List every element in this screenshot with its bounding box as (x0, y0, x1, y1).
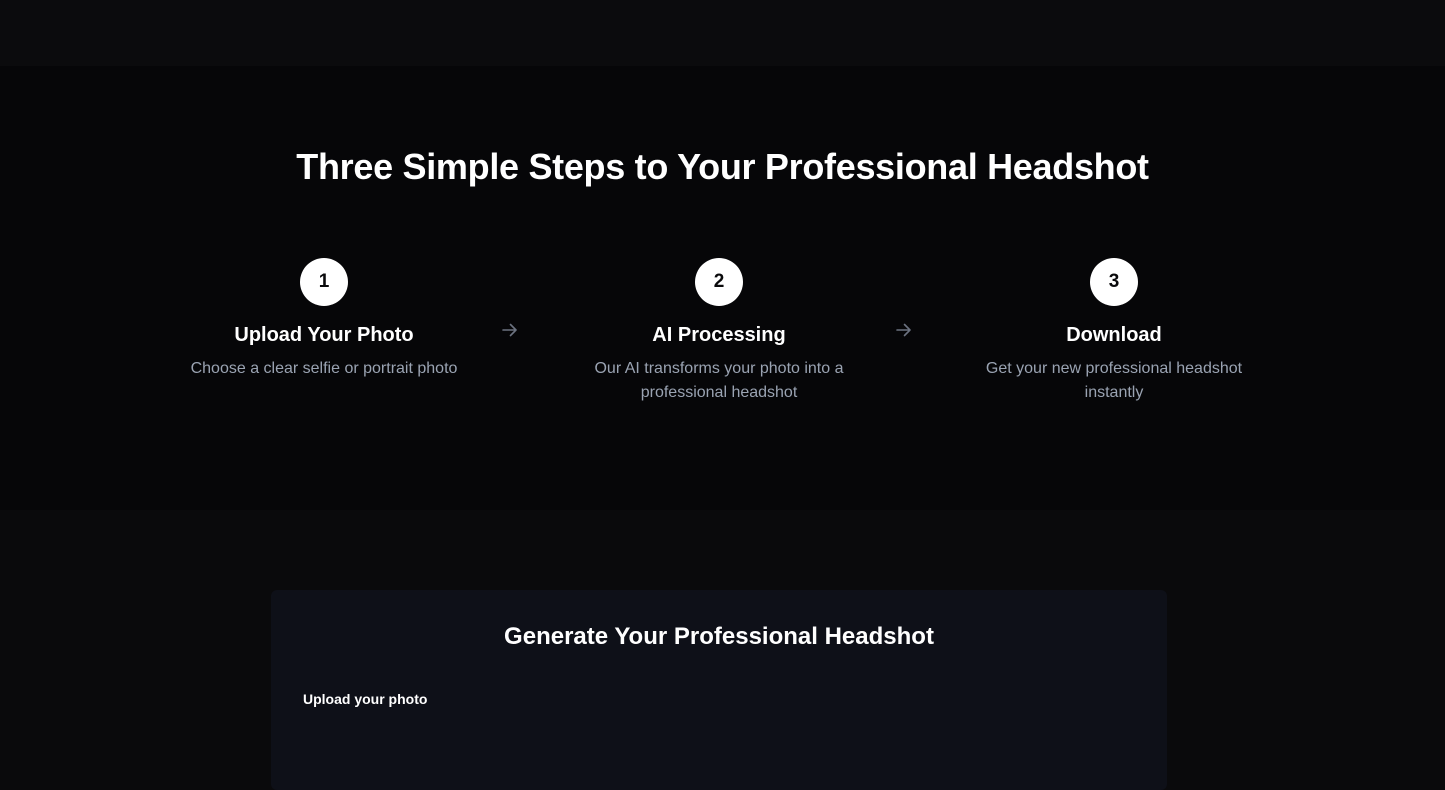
step-description: Choose a clear selfie or portrait photo (190, 360, 458, 377)
generator-title: Generate Your Professional Headshot (504, 623, 934, 650)
arrow-right-icon (896, 323, 911, 337)
step-number-badge: 2 (695, 258, 743, 306)
arrow-right-icon (502, 323, 517, 337)
steps-section: Three Simple Steps to Your Professional … (0, 66, 1445, 510)
section-title: Three Simple Steps to Your Professional … (296, 146, 1149, 187)
generator-card: Generate Your Professional Headshot Uplo… (271, 590, 1167, 790)
step-description: Get your new professional headshot insta… (985, 360, 1243, 401)
step-title: AI Processing (652, 324, 786, 346)
top-band (0, 0, 1445, 66)
step-upload: 1 Upload Your Photo Choose a clear selfi… (164, 258, 484, 381)
step-title: Download (1066, 324, 1162, 346)
step-number-badge: 3 (1090, 258, 1138, 306)
step-number-badge: 1 (300, 258, 348, 306)
upload-photo-label: Upload your photo (303, 691, 428, 707)
generator-section: Generate Your Professional Headshot Uplo… (0, 510, 1445, 790)
step-title: Upload Your Photo (234, 324, 414, 346)
step-description: Our AI transforms your photo into a prof… (594, 360, 844, 401)
step-ai-processing: 2 AI Processing Our AI transforms your p… (559, 258, 879, 405)
step-download: 3 Download Get your new professional hea… (954, 258, 1274, 405)
